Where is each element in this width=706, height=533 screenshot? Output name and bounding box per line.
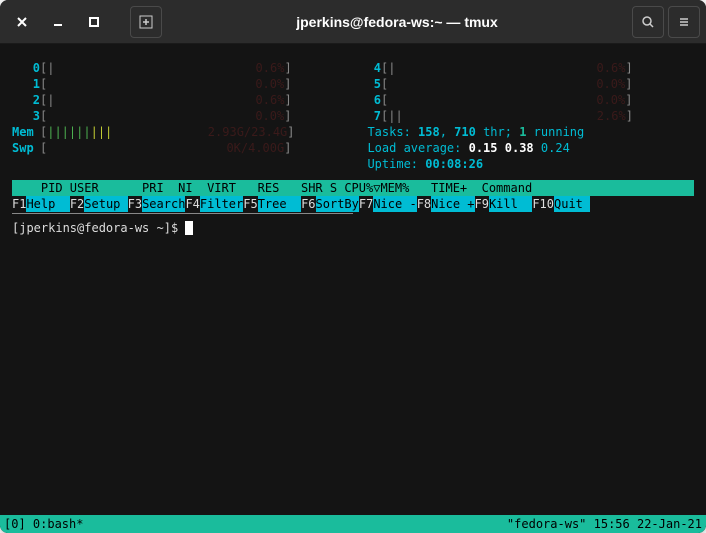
window-title: jperkins@fedora-ws:~ — tmux — [166, 14, 628, 30]
titlebar: jperkins@fedora-ws:~ — tmux — [0, 0, 706, 44]
load-line: Load average: 0.15 0.38 0.24 — [353, 140, 694, 156]
fkey-nice-down[interactable]: Nice - — [373, 196, 416, 212]
tmux-status-bar[interactable]: [0] 0:bash* "fedora-ws" 15:56 22-Jan-21 — [0, 515, 706, 533]
fkey-setup[interactable]: Setup — [84, 196, 127, 212]
fkey-nice-up[interactable]: Nice + — [431, 196, 474, 212]
fkey-kill[interactable]: Kill — [489, 196, 532, 212]
cpu-3-label: 3 — [12, 108, 40, 124]
function-key-bar: F1Help F2Setup F3SearchF4FilterF5Tree F6… — [12, 196, 694, 212]
close-button[interactable] — [6, 6, 38, 38]
tmux-status-left: [0] 0:bash* — [4, 515, 83, 533]
terminal-window: jperkins@fedora-ws:~ — tmux 0[|0.6%] 1[0… — [0, 0, 706, 533]
fkey-sortby[interactable]: SortBy — [316, 196, 359, 212]
cpu-7-label: 7 — [353, 108, 381, 124]
shell-prompt: [jperkins@fedora-ws ~]$ — [12, 221, 185, 235]
swp-label: Swp — [12, 140, 40, 156]
shell-prompt-line[interactable]: [jperkins@fedora-ws ~]$ — [12, 220, 694, 236]
cursor-icon — [185, 221, 193, 235]
fkey-quit[interactable]: Quit — [554, 196, 590, 212]
pane-divider — [12, 213, 353, 214]
mem-label: Mem — [12, 124, 40, 140]
htop-meters: 0[|0.6%] 1[0.0%] 2[|0.6%] 3[0.0%] Mem[||… — [12, 60, 694, 172]
cpu-5-label: 5 — [353, 76, 381, 92]
cpu-2-label: 2 — [12, 92, 40, 108]
tmux-status-right: "fedora-ws" 15:56 22-Jan-21 — [507, 515, 702, 533]
cpu-6-label: 6 — [353, 92, 381, 108]
tasks-line: Tasks: 158, 710 thr; 1 running — [353, 124, 694, 140]
process-columns-header[interactable]: PID USER PRI NI VIRT RES SHR S CPU%▽MEM%… — [12, 180, 694, 196]
search-button[interactable] — [632, 6, 664, 38]
cpu-0-label: 0 — [12, 60, 40, 76]
maximize-button[interactable] — [78, 6, 110, 38]
uptime-line: Uptime: 00:08:26 — [353, 156, 694, 172]
fkey-filter[interactable]: Filter — [200, 196, 243, 212]
cpu-1-label: 1 — [12, 76, 40, 92]
fkey-help[interactable]: Help — [26, 196, 69, 212]
terminal-content[interactable]: 0[|0.6%] 1[0.0%] 2[|0.6%] 3[0.0%] Mem[||… — [0, 44, 706, 533]
new-tab-button[interactable] — [130, 6, 162, 38]
fkey-tree[interactable]: Tree — [258, 196, 301, 212]
cpu-4-label: 4 — [353, 60, 381, 76]
minimize-button[interactable] — [42, 6, 74, 38]
fkey-search[interactable]: Search — [142, 196, 185, 212]
menu-button[interactable] — [668, 6, 700, 38]
